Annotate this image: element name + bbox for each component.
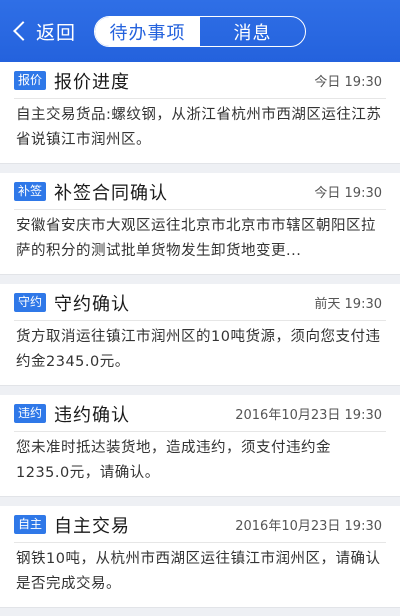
item-badge: 补签 — [14, 182, 47, 201]
item-title: 补签合同确认 — [54, 183, 168, 204]
item-time: 前天 19:30 — [314, 297, 382, 312]
divider — [14, 431, 386, 432]
item-time: 2016年10月23日 19:30 — [235, 408, 382, 423]
item-body: 您未准时抵达装货地，造成违约，须支付违约金1235.0元，请确认。 — [16, 440, 331, 481]
back-label: 返回 — [36, 21, 77, 44]
divider — [14, 542, 386, 543]
list-item[interactable]: 守约 守约确认 前天 19:30 货方取消运往镇江市润州区的10吨货源，须向您支… — [0, 284, 400, 386]
item-badge: 守约 — [14, 293, 47, 312]
item-body: 自主交易货品:螺纹钢，从浙江省杭州市西湖区运往江苏省说镇江市润州区。 — [16, 107, 382, 148]
top-nav-bar: 返回 待办事项 消息 — [0, 0, 400, 62]
item-body: 钢铁10吨，从杭州市西湖区运往镇江市润州区，请确认是否完成交易。 — [16, 551, 381, 592]
item-title: 报价进度 — [54, 72, 130, 93]
divider — [14, 320, 386, 321]
list-item[interactable]: 自主 自主交易 2016年10月23日 19:30 钢铁10吨，从杭州市西湖区运… — [0, 506, 400, 608]
item-badge: 违约 — [14, 404, 47, 423]
item-badge: 自主 — [14, 515, 47, 534]
item-badge: 报价 — [14, 71, 47, 90]
list-item[interactable]: 报价 报价进度 今日 19:30 自主交易货品:螺纹钢，从浙江省杭州市西湖区运往… — [0, 62, 400, 164]
list-item[interactable]: 违约 违约确认 2016年10月23日 19:30 您未准时抵达装货地，造成违约… — [0, 395, 400, 497]
item-title: 违约确认 — [54, 405, 130, 426]
item-title: 自主交易 — [54, 516, 130, 537]
item-time: 今日 19:30 — [314, 186, 382, 201]
tab-messages[interactable]: 消息 — [200, 17, 305, 46]
item-body: 货方取消运往镇江市润州区的10吨货源，须向您支付违约金2345.0元。 — [16, 329, 381, 370]
tab-todo[interactable]: 待办事项 — [95, 17, 200, 46]
segmented-control: 待办事项 消息 — [94, 16, 306, 47]
divider — [14, 209, 386, 210]
item-body: 安徽省安庆市大观区运往北京市北京市市辖区朝阳区拉萨的积分的测试批单货物发生卸货地… — [16, 218, 376, 259]
list-item[interactable]: 补签 补签合同确认 今日 19:30 安徽省安庆市大观区运往北京市北京市市辖区朝… — [0, 173, 400, 275]
chevron-left-icon — [13, 21, 33, 41]
back-button[interactable]: 返回 — [10, 15, 76, 47]
item-title: 守约确认 — [54, 294, 130, 315]
item-time: 今日 19:30 — [314, 75, 382, 90]
item-time: 2016年10月23日 19:30 — [235, 519, 382, 534]
divider — [14, 98, 386, 99]
